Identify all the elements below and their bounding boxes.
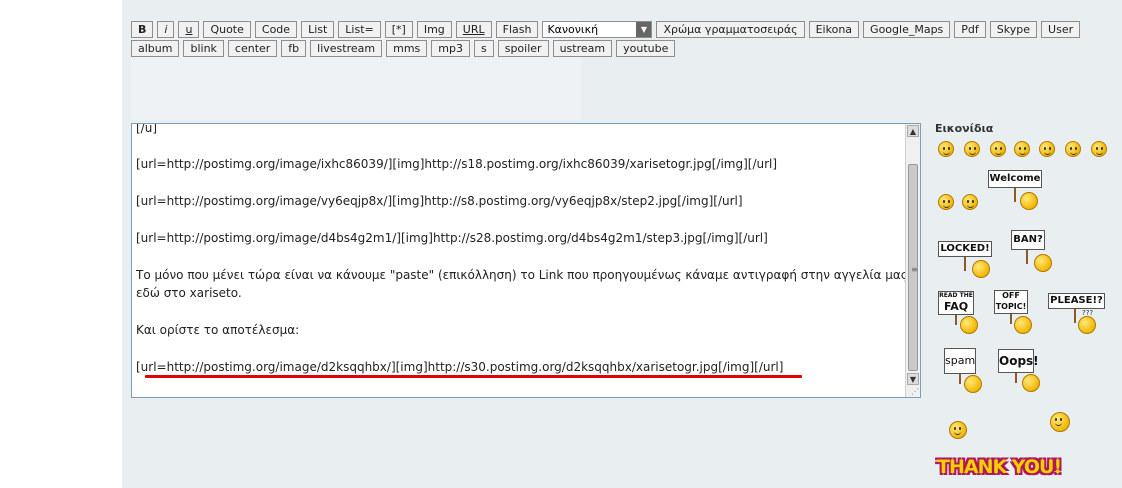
red-highlight-underline: [145, 375, 802, 378]
smiley-face-icon: [1034, 254, 1052, 272]
ustream-button[interactable]: ustream: [552, 40, 613, 57]
sign-stick: [1015, 373, 1017, 383]
message-textarea[interactable]: [/u] [url=http://postimg.org/image/ixhc8…: [131, 123, 921, 398]
toolbar-row-2: album blink center fb livestream mms mp3…: [131, 40, 676, 57]
list-item-button[interactable]: [*]: [384, 21, 413, 38]
smiley-confused-icon[interactable]: [1091, 141, 1107, 157]
sign-stick: [1026, 250, 1028, 264]
spam-board: spam: [944, 348, 976, 374]
editor-line: [url=http://postimg.org/image/ixhc86039/…: [136, 157, 778, 171]
smiley-nerd-icon[interactable]: [1065, 141, 1081, 157]
ban-board: BAN?: [1011, 230, 1045, 250]
smiley-face-icon: [1014, 316, 1032, 334]
smilies-title: Εικονίδια: [935, 122, 994, 135]
code-button[interactable]: Code: [254, 21, 298, 38]
editor-line: Και ορίστε το αποτέλεσμα:: [136, 323, 300, 337]
s-button[interactable]: s: [473, 40, 494, 57]
smiley-face-icon: [972, 260, 990, 278]
spam-sign-icon[interactable]: spam: [944, 346, 988, 394]
center-button[interactable]: center: [227, 40, 278, 57]
offtopic-board: OFF TOPIC!: [994, 290, 1028, 314]
scroll-down-icon[interactable]: ▼: [907, 373, 919, 385]
smiley-cool-icon[interactable]: [938, 141, 954, 157]
flash-button[interactable]: Flash: [495, 21, 539, 38]
underline-button[interactable]: u: [178, 21, 200, 38]
bold-button[interactable]: B: [131, 21, 154, 38]
smiley-face-icon: [1022, 374, 1040, 392]
skype-button[interactable]: Skype: [989, 21, 1038, 38]
font-color-button[interactable]: Χρώμα γραμματοσειράς: [656, 21, 805, 38]
sign-stick: [1074, 309, 1076, 323]
smiley-sad-icon[interactable]: [938, 194, 954, 210]
faq-board-top: READ THE: [939, 292, 973, 299]
smiley-dizzy-icon[interactable]: [949, 421, 967, 439]
scroll-up-icon[interactable]: ▲: [907, 125, 919, 137]
oops-sign-icon[interactable]: Oops!: [998, 348, 1044, 394]
smiley-shocked-icon[interactable]: [1050, 412, 1070, 432]
sign-stick: [1010, 314, 1012, 324]
welcome-board: Welcome: [988, 170, 1042, 188]
album-button[interactable]: album: [131, 40, 180, 57]
faq-sign-icon[interactable]: READ THE FAQ: [938, 290, 980, 336]
google-maps-button[interactable]: Google_Maps: [863, 21, 951, 38]
editor-scrollbar[interactable]: ▲ ≡ ▼: [905, 124, 920, 397]
font-size-value: Κανονική: [547, 23, 599, 36]
blink-button[interactable]: blink: [183, 40, 224, 57]
smiley-face-icon: [1078, 316, 1096, 334]
locked-board: LOCKED!: [938, 241, 992, 257]
editor-line-highlighted: [url=http://postimg.org/image/d2ksqqhbx/…: [136, 360, 784, 374]
welcome-sign-icon[interactable]: Welcome: [988, 170, 1044, 210]
img-button[interactable]: Img: [416, 21, 452, 38]
smiley-surprised-icon[interactable]: [1039, 141, 1055, 157]
fb-button[interactable]: fb: [281, 40, 307, 57]
toolbar-row-1: B i u Quote Code List List= [*] Img URL …: [131, 21, 1081, 38]
smiley-face-icon: [964, 375, 982, 393]
ordered-list-button[interactable]: List=: [338, 21, 381, 38]
font-size-select[interactable]: Κανονική ▼: [542, 21, 653, 38]
ban-sign-icon[interactable]: BAN?: [1010, 230, 1060, 274]
editor-line: εδώ στο xariseto.: [136, 286, 242, 300]
smiley-laugh-icon[interactable]: [1014, 141, 1030, 157]
smiley-face-icon: [1020, 192, 1038, 210]
locked-sign-icon[interactable]: LOCKED!: [938, 240, 994, 278]
user-button[interactable]: User: [1041, 21, 1081, 38]
sign-stick: [964, 257, 966, 271]
editor-line: [url=http://postimg.org/image/d4bs4g2m1/…: [136, 231, 768, 245]
resize-grip-icon[interactable]: ⋰: [911, 387, 919, 396]
quote-button[interactable]: Quote: [203, 21, 251, 38]
url-button[interactable]: URL: [455, 21, 492, 38]
list-button[interactable]: List: [301, 21, 335, 38]
scrollbar-thumb[interactable]: ≡: [908, 164, 918, 371]
oops-board: Oops!: [998, 349, 1039, 373]
italic-button[interactable]: i: [157, 21, 175, 38]
sign-stick: [1014, 188, 1016, 202]
editor-line: Το μόνο που μένει τώρα είναι να κάνουμε …: [136, 268, 908, 282]
eikona-button[interactable]: Eikona: [808, 21, 860, 38]
editor-line: [url=http://postimg.org/image/vy6eqjp8x/…: [136, 194, 743, 208]
please-board: PLEASE!?: [1048, 293, 1105, 309]
pdf-button[interactable]: Pdf: [954, 21, 986, 38]
spoiler-button[interactable]: spoiler: [497, 40, 549, 57]
faq-board: READ THE FAQ: [938, 291, 974, 315]
smiley-happy-icon[interactable]: [962, 194, 978, 210]
livestream-button[interactable]: livestream: [310, 40, 383, 57]
smiley-wink-icon[interactable]: [990, 141, 1006, 157]
offtopic-board-bottom: TOPIC!: [995, 302, 1027, 311]
sign-stick: [955, 315, 957, 325]
faq-board-bottom: FAQ: [943, 300, 969, 313]
please-sign-icon[interactable]: PLEASE!? ???: [1048, 292, 1108, 338]
editor-line: [/u]: [136, 123, 158, 135]
offtopic-board-top: OFF: [1002, 291, 1020, 300]
chevron-down-icon[interactable]: ▼: [636, 22, 652, 37]
smiley-grin-icon[interactable]: [964, 141, 980, 157]
youtube-button[interactable]: youtube: [616, 40, 676, 57]
offtopic-sign-icon[interactable]: OFF TOPIC!: [994, 290, 1036, 336]
thank-you-icon[interactable]: THANK YOU!: [937, 456, 1077, 482]
mp3-button[interactable]: mp3: [431, 40, 470, 57]
sign-stick: [959, 374, 961, 384]
grip-icon: ≡: [911, 265, 918, 274]
smiley-face-icon: [960, 316, 978, 334]
mms-button[interactable]: mms: [386, 40, 428, 57]
